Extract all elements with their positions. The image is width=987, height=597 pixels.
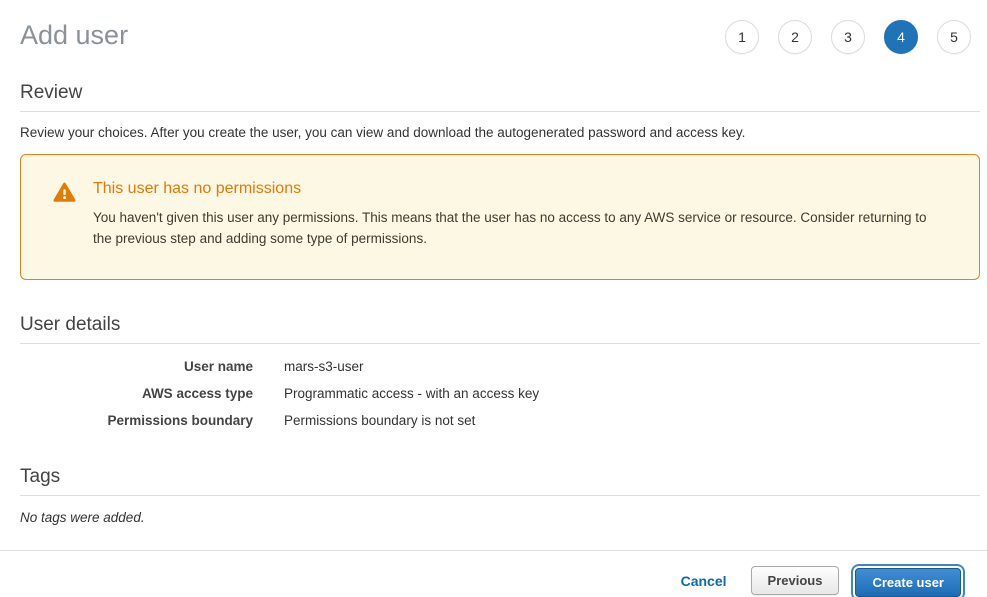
detail-label: Permissions boundary: [20, 413, 253, 428]
review-heading: Review: [20, 82, 980, 104]
user-details-divider: [20, 343, 980, 344]
no-tags-message: No tags were added.: [20, 510, 980, 525]
detail-row-user-name: User name mars-s3-user: [20, 359, 980, 374]
wizard-content: Review Review your choices. After you cr…: [0, 82, 987, 525]
detail-row-access-type: AWS access type Programmatic access - wi…: [20, 386, 980, 401]
step-indicator-2: 2: [778, 20, 812, 54]
step-indicator-3: 3: [831, 20, 865, 54]
no-permissions-warning: This user has no permissions You haven't…: [20, 154, 980, 280]
step-indicator-1: 1: [725, 20, 759, 54]
tags-divider: [20, 495, 980, 496]
warning-title: This user has no permissions: [93, 180, 939, 198]
wizard-footer: Cancel Previous Create user: [0, 551, 987, 597]
create-user-button[interactable]: Create user: [855, 568, 961, 597]
review-divider: [20, 111, 980, 112]
review-section: Review Review your choices. After you cr…: [20, 82, 980, 280]
detail-value: Permissions boundary is not set: [284, 413, 475, 428]
warning-triangle-icon: [53, 181, 76, 249]
warning-body: You haven't given this user any permissi…: [93, 207, 939, 249]
tags-section: Tags No tags were added.: [20, 466, 980, 525]
user-details-section: User details User name mars-s3-user AWS …: [20, 314, 980, 428]
step-indicator: 1 2 3 4 5: [725, 20, 971, 54]
user-details-heading: User details: [20, 314, 980, 336]
wizard-header: Add user 1 2 3 4 5: [0, 0, 987, 54]
detail-value: mars-s3-user: [284, 359, 364, 374]
tags-heading: Tags: [20, 466, 980, 488]
page-title: Add user: [20, 20, 128, 51]
detail-value: Programmatic access - with an access key: [284, 386, 539, 401]
step-indicator-5: 5: [937, 20, 971, 54]
step-indicator-4-active: 4: [884, 20, 918, 54]
detail-row-permissions-boundary: Permissions boundary Permissions boundar…: [20, 413, 980, 428]
add-user-wizard-page: Add user 1 2 3 4 5 Review Review your ch…: [0, 0, 987, 597]
detail-label: User name: [20, 359, 253, 374]
detail-label: AWS access type: [20, 386, 253, 401]
warning-text: This user has no permissions You haven't…: [93, 180, 939, 249]
review-description: Review your choices. After you create th…: [20, 125, 980, 140]
